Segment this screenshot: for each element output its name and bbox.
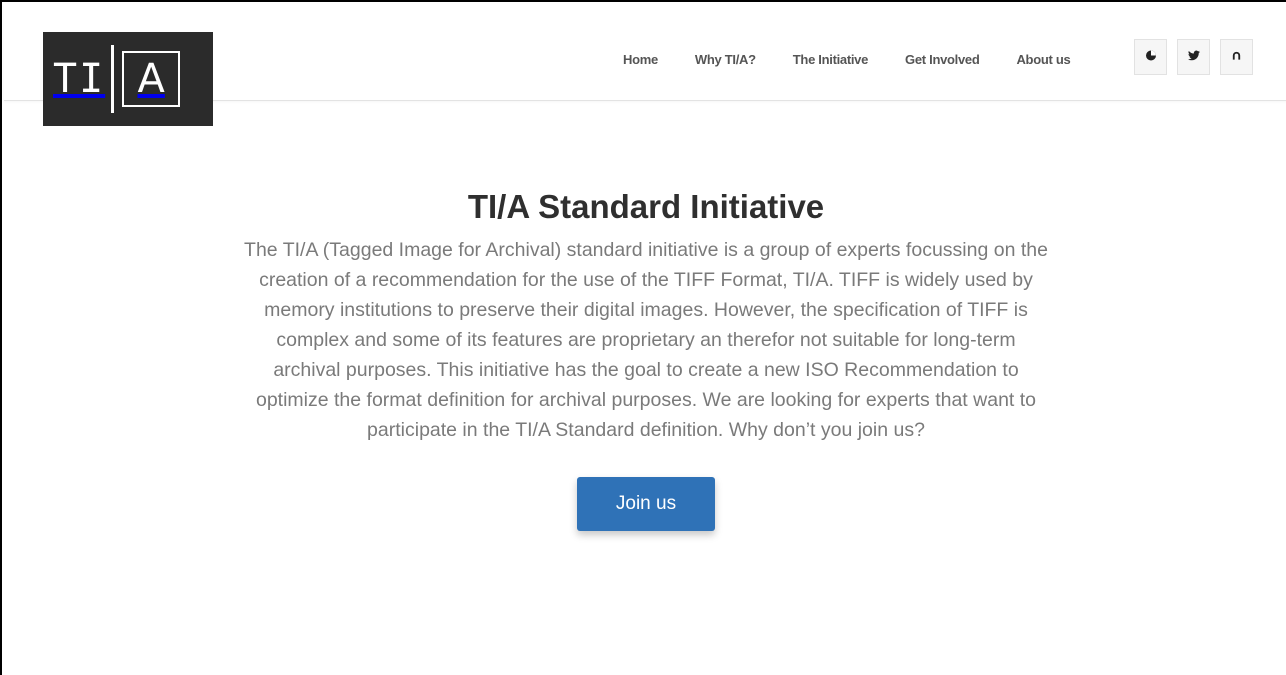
nav-about-us[interactable]: About us: [1016, 52, 1070, 67]
logo-divider: [111, 45, 115, 113]
browser-frame: Home Why TI/A? The Initiative Get Involv…: [0, 0, 1286, 675]
logo-box-a: A: [122, 51, 181, 107]
twitter-icon: [1187, 48, 1200, 66]
social-links: [1134, 39, 1253, 75]
hero-section: TI/A Standard Initiative The TI/A (Tagge…: [4, 100, 1286, 531]
github-icon: [1231, 48, 1242, 66]
main-nav: Home Why TI/A? The Initiative Get Involv…: [623, 48, 1071, 70]
logo-text-a: A: [137, 56, 165, 102]
hero-description: The TI/A (Tagged Image for Archival) sta…: [244, 239, 1048, 441]
twitter-button[interactable]: [1177, 39, 1210, 75]
site-logo[interactable]: TI A: [43, 32, 213, 126]
nav-why-tia[interactable]: Why TI/A?: [695, 52, 756, 67]
github-button[interactable]: [1220, 39, 1253, 75]
join-us-button[interactable]: Join us: [577, 477, 715, 531]
nav-home[interactable]: Home: [623, 52, 658, 67]
blog-icon: [1145, 48, 1157, 66]
nav-the-initiative[interactable]: The Initiative: [793, 52, 869, 67]
blog-button[interactable]: [1134, 39, 1167, 75]
nav-get-involved[interactable]: Get Involved: [905, 52, 980, 67]
logo-text-ti: TI: [53, 56, 106, 102]
page-title: TI/A Standard Initiative: [467, 188, 825, 225]
